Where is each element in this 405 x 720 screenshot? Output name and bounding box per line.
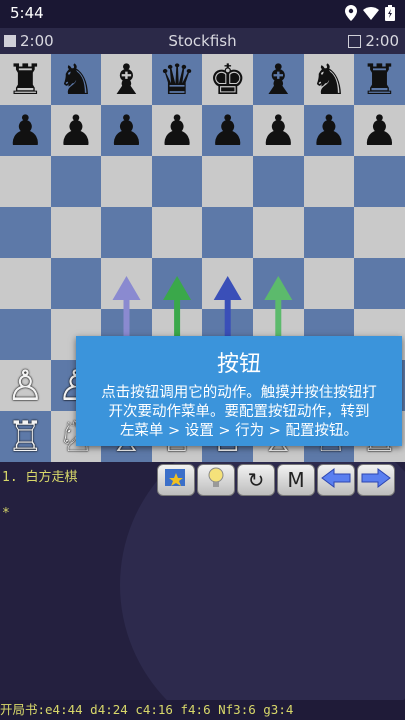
board-square[interactable] — [253, 156, 304, 207]
board-square[interactable]: ♟ — [354, 105, 405, 156]
chess-piece[interactable]: ♟ — [101, 105, 152, 156]
button-help-tooltip[interactable]: 按钮 点击按钮调用它的动作。触摸并按住按钮打 开次要动作菜单。要配置按钮动作，转… — [76, 336, 402, 446]
board-square[interactable] — [0, 309, 51, 360]
chess-piece[interactable]: ♙ — [0, 360, 51, 411]
move-text: 1. 白方走棋 — [2, 470, 78, 485]
background-circle — [120, 462, 405, 700]
location-icon — [345, 5, 357, 21]
status-time: 5:44 — [10, 4, 44, 22]
chess-piece[interactable]: ♟ — [253, 105, 304, 156]
battery-icon — [385, 5, 395, 21]
chess-piece[interactable]: ♟ — [152, 105, 203, 156]
action-buttons: ↻ M — [157, 464, 395, 496]
board-square[interactable]: ♜ — [0, 54, 51, 105]
board-square[interactable] — [151, 156, 203, 207]
undo-button[interactable] — [317, 464, 355, 496]
board-square[interactable]: ♝ — [101, 54, 152, 105]
board-square[interactable]: ♟ — [0, 105, 51, 156]
tooltip-body: 点击按钮调用它的动作。触摸并按住按钮打 开次要动作菜单。要配置按钮动作，转到 左… — [84, 384, 394, 441]
board-square[interactable] — [354, 258, 405, 309]
chess-piece[interactable]: ♟ — [0, 105, 51, 156]
board-square[interactable]: ♟ — [151, 105, 203, 156]
board-square[interactable] — [101, 207, 152, 258]
board-square[interactable] — [303, 258, 355, 309]
board-square[interactable] — [101, 156, 152, 207]
board-square[interactable] — [202, 156, 253, 207]
tooltip-line: 左菜单 > 设置 > 行为 > 配置按钮。 — [119, 423, 359, 439]
board-square[interactable] — [0, 156, 51, 207]
board-square[interactable] — [0, 207, 51, 258]
board-square[interactable] — [253, 258, 304, 309]
board-square[interactable] — [354, 156, 405, 207]
board-square[interactable] — [0, 258, 51, 309]
board-square[interactable] — [202, 258, 253, 309]
move-list[interactable]: 1. 白方走棋 * — [0, 462, 405, 700]
move-cursor: * — [2, 506, 10, 521]
board-square[interactable]: ♚ — [202, 54, 253, 105]
board-square[interactable] — [50, 258, 102, 309]
board-square[interactable] — [303, 156, 355, 207]
board-square[interactable]: ♖ — [0, 411, 51, 462]
board-square[interactable] — [50, 207, 102, 258]
chess-piece[interactable]: ♟ — [51, 105, 102, 156]
lightbulb-icon — [204, 465, 228, 496]
board-square[interactable]: ♛ — [151, 54, 203, 105]
chess-piece[interactable]: ♖ — [0, 411, 51, 462]
board-square[interactable] — [151, 207, 203, 258]
button-label: M — [287, 468, 305, 492]
tooltip-line: 点击按钮调用它的动作。触摸并按住按钮打 — [101, 385, 377, 401]
black-square-icon — [348, 34, 362, 48]
board-square[interactable]: ♟ — [50, 105, 102, 156]
board-square[interactable]: ♞ — [303, 54, 355, 105]
chess-piece[interactable]: ♛ — [152, 54, 203, 105]
chess-piece[interactable]: ♟ — [354, 105, 405, 156]
board-square[interactable]: ♝ — [253, 54, 304, 105]
chess-piece[interactable]: ♟ — [304, 105, 355, 156]
board-square[interactable]: ♟ — [101, 105, 152, 156]
tooltip-title: 按钮 — [216, 352, 261, 377]
chess-piece[interactable]: ♝ — [253, 54, 304, 105]
mode-button[interactable] — [157, 464, 195, 496]
board-square[interactable] — [202, 207, 253, 258]
black-time: 2:00 — [365, 32, 399, 50]
board-square[interactable] — [253, 207, 304, 258]
board-square[interactable] — [303, 207, 355, 258]
status-bar: 5:44 — [0, 0, 405, 28]
board-square[interactable]: ♟ — [303, 105, 355, 156]
hint-button[interactable] — [197, 464, 235, 496]
board-square[interactable] — [354, 207, 405, 258]
board-square[interactable] — [50, 156, 102, 207]
rotate-icon: ↻ — [247, 468, 265, 492]
status-icons — [345, 5, 395, 21]
flip-board-button[interactable]: ↻ — [237, 464, 275, 496]
chess-piece[interactable]: ♞ — [51, 54, 102, 105]
engine-name: Stockfish — [168, 32, 237, 50]
tooltip-line: 开次要动作菜单。要配置按钮动作，转到 — [108, 404, 370, 420]
clock-bar: 2:00 Stockfish 2:00 — [0, 28, 405, 54]
arrow-right-icon — [360, 467, 392, 494]
chess-piece[interactable]: ♟ — [202, 105, 253, 156]
board-square[interactable]: ♟ — [253, 105, 304, 156]
board-square[interactable]: ♜ — [354, 54, 405, 105]
opening-book-line: 开局书:e4:44 d4:24 c4:16 f4:6 Nf3:6 g3:4 — [0, 700, 405, 720]
chess-piece[interactable]: ♜ — [354, 54, 405, 105]
chess-piece[interactable]: ♚ — [202, 54, 253, 105]
arrow-left-icon — [320, 467, 352, 494]
chess-piece[interactable]: ♞ — [304, 54, 355, 105]
board-square[interactable] — [101, 258, 152, 309]
black-clock: 2:00 — [348, 32, 399, 50]
board-square[interactable]: ♟ — [202, 105, 253, 156]
chess-piece[interactable]: ♜ — [0, 54, 51, 105]
board-square[interactable] — [151, 258, 203, 309]
board-square[interactable]: ♙ — [0, 360, 51, 411]
chess-piece[interactable]: ♝ — [101, 54, 152, 105]
flag-icon — [163, 466, 189, 495]
board-square[interactable]: ♞ — [50, 54, 102, 105]
wifi-icon — [363, 7, 379, 20]
menu-button[interactable]: M — [277, 464, 315, 496]
redo-button[interactable] — [357, 464, 395, 496]
